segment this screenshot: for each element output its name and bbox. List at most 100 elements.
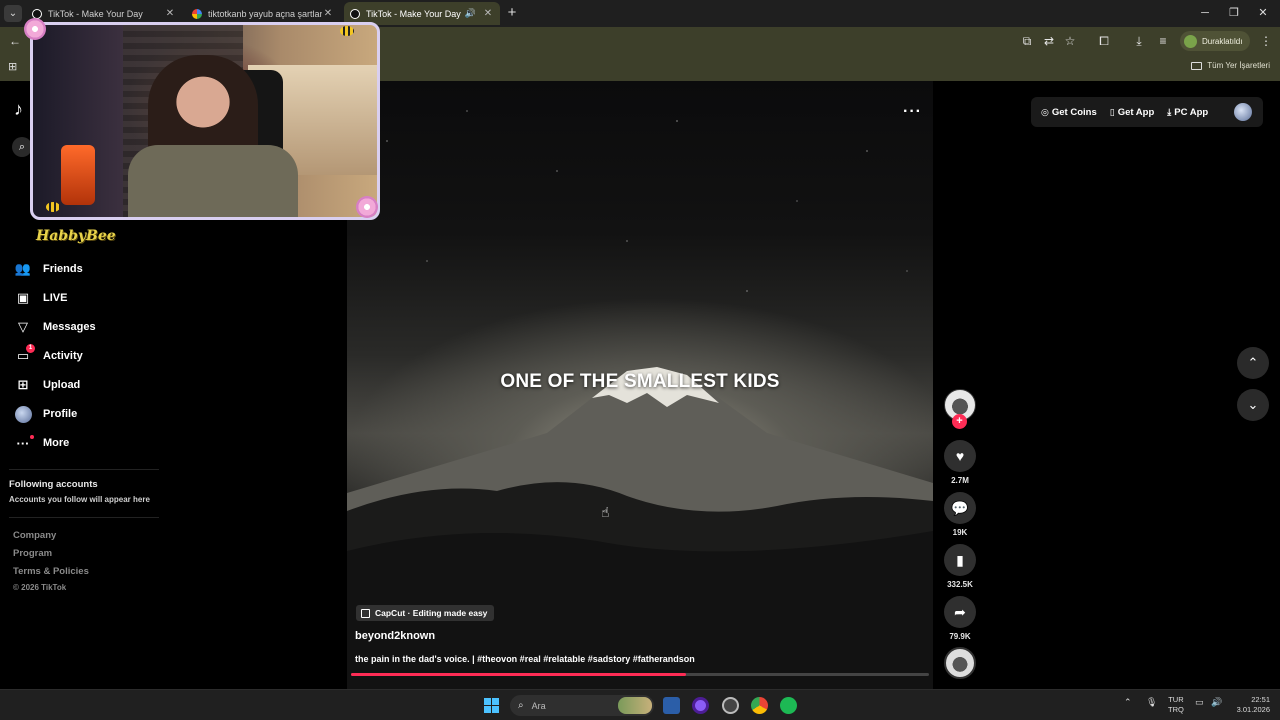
sidebar-item-label: Activity	[43, 350, 83, 362]
minimize-button[interactable]: ─	[1190, 4, 1220, 22]
translate-icon[interactable]: ⇄	[1040, 32, 1058, 50]
input-language[interactable]: TUR TRQ	[1168, 695, 1184, 715]
previous-video-button[interactable]: ⌃	[1237, 347, 1269, 379]
live-icon: ▣	[16, 290, 30, 305]
new-tab-button[interactable]: +	[504, 4, 520, 22]
video-author[interactable]: beyond2known	[355, 630, 435, 642]
tab-close-icon[interactable]: ✕	[164, 8, 176, 19]
save-button[interactable]: ▮	[944, 544, 976, 576]
comment-icon: 💬	[951, 499, 969, 516]
get-coins-label: Get Coins	[1051, 106, 1097, 118]
chrome-icon[interactable]	[751, 697, 768, 714]
footer-copyright: © 2026 TikTok	[13, 583, 67, 592]
tiktok-favicon-icon	[32, 8, 42, 19]
app-icon-1[interactable]	[663, 697, 680, 714]
profile-icon	[14, 405, 32, 423]
taskbar-clock[interactable]: 22:51 3.01.2026	[1230, 695, 1270, 715]
sidebar-item-live[interactable]: ▣ LIVE	[14, 287, 68, 309]
search-highlight-image	[618, 697, 652, 714]
activity-icon: ▭ 1	[14, 344, 35, 365]
flower-decoration-icon	[24, 18, 46, 40]
video-more-options-icon[interactable]: ···	[903, 103, 922, 121]
video-progress-bar[interactable]	[351, 673, 929, 676]
sidebar-item-activity[interactable]: ▭ 1 Activity	[14, 344, 83, 367]
maximize-button[interactable]: ❐	[1219, 4, 1249, 22]
comment-button[interactable]: 💬	[944, 492, 976, 524]
mouse-cursor-icon: ☝	[601, 504, 610, 520]
clock-time: 22:51	[1251, 695, 1270, 704]
chevron-down-icon: ⌄	[1247, 397, 1259, 412]
divider	[9, 517, 159, 518]
footer-link-terms[interactable]: Terms & Policies	[13, 566, 89, 577]
get-app-button[interactable]: ▯ Get App	[1110, 107, 1155, 118]
following-accounts-subtitle: Accounts you follow will appear here	[9, 495, 150, 504]
reading-list-icon[interactable]: ≡	[1154, 32, 1172, 50]
get-coins-button[interactable]: ◎ Get Coins	[1041, 107, 1097, 118]
tiktok-favicon-icon	[350, 8, 360, 19]
tiktok-logo[interactable]: ♪	[14, 99, 23, 120]
capcut-label: CapCut · Editing made easy	[375, 608, 488, 618]
sidebar-item-label: More	[43, 437, 70, 449]
sidebar-item-label: Profile	[43, 408, 78, 420]
cast-icon[interactable]: ⧉	[1018, 32, 1036, 50]
like-button[interactable]: ♥	[944, 440, 976, 472]
profile-paused-button[interactable]: Duraklatıldı	[1180, 31, 1251, 51]
windows-start-icon[interactable]	[484, 698, 499, 713]
sidebar-item-friends[interactable]: 👥 Friends	[14, 258, 83, 280]
sidebar-item-label: Upload	[43, 379, 81, 391]
bookmark-icon: ▮	[956, 551, 964, 568]
user-avatar[interactable]	[1234, 103, 1252, 121]
tab-close-icon[interactable]: ✕	[482, 8, 494, 19]
more-glyph: ···	[16, 435, 30, 451]
footer-link-program[interactable]: Program	[13, 548, 52, 559]
extensions-icon[interactable]: ⧠	[1095, 32, 1113, 50]
sidebar-item-messages[interactable]: ▽ Messages	[14, 316, 96, 338]
sidebar-item-label: Friends	[43, 263, 83, 275]
all-bookmarks-label: Tüm Yer İşaretleri	[1207, 61, 1270, 70]
share-arrow-icon: ➦	[954, 603, 966, 620]
microphone-icon[interactable]: 🎙	[1146, 697, 1157, 708]
video-description[interactable]: the pain in the dad's voice. | #theovon …	[355, 654, 695, 664]
sound-disc[interactable]	[944, 647, 976, 679]
sidebar-item-label: Messages	[43, 321, 96, 333]
taskbar-search[interactable]: ⌕ Ara	[510, 695, 654, 716]
tray-overflow-chevron-icon[interactable]: ⌃	[1124, 697, 1132, 708]
taskbar-search-placeholder: Ara	[531, 700, 546, 711]
audio-playing-icon[interactable]: 🔊	[465, 8, 476, 19]
tab-title: tiktotkanb yayub açna şartları	[208, 8, 322, 19]
all-bookmarks-button[interactable]: Tüm Yer İşaretleri	[1191, 61, 1270, 70]
sidebar-item-more[interactable]: ··· More	[14, 432, 69, 454]
obs-icon[interactable]	[692, 697, 709, 714]
spotify-icon[interactable]	[780, 697, 797, 714]
tab-list-button[interactable]: ⌄	[4, 5, 22, 22]
capcut-anchor-button[interactable]: CapCut · Editing made easy	[356, 605, 495, 621]
save-count: 332.5K	[947, 580, 973, 589]
tab-close-icon[interactable]: ✕	[322, 8, 334, 19]
downloads-icon[interactable]: ⤓	[1130, 32, 1148, 50]
sidebar-item-upload[interactable]: ⊞ Upload	[14, 374, 81, 396]
next-video-button[interactable]: ⌄	[1237, 389, 1269, 421]
pc-app-button[interactable]: ⤓ PC App	[1167, 107, 1208, 118]
close-window-button[interactable]: ✕	[1248, 4, 1278, 22]
chevron-up-icon: ⌃	[1247, 355, 1259, 370]
apps-grid-icon[interactable]: ⊞	[8, 61, 20, 73]
video-player[interactable]: ··· ONE OF THE SMALLEST KIDS CapCut · Ed…	[347, 81, 933, 689]
webcam-hoodie-graphic	[128, 145, 298, 217]
back-arrow-icon[interactable]: ←	[6, 32, 24, 50]
volume-icon[interactable]: 🔊	[1211, 697, 1222, 708]
network-icon[interactable]: ▭	[1195, 697, 1204, 708]
bookmark-star-icon[interactable]: ☆	[1061, 32, 1079, 50]
footer-link-company[interactable]: Company	[13, 530, 56, 541]
video-progress-fill	[351, 673, 687, 676]
browser-menu-icon[interactable]: ⋮	[1257, 32, 1275, 50]
follow-plus-button[interactable]: +	[952, 414, 967, 429]
app-icon-3[interactable]	[722, 697, 739, 714]
share-button[interactable]: ➦	[944, 596, 976, 628]
search-icon[interactable]: ⌕	[12, 137, 32, 157]
tab-title: TikTok - Make Your Day	[48, 8, 143, 19]
share-count: 79.9K	[949, 632, 971, 641]
sidebar-item-label: LIVE	[43, 292, 68, 304]
sidebar-item-profile[interactable]: Profile	[14, 403, 77, 425]
more-icon: ···	[14, 434, 34, 452]
webcam-overlay	[30, 22, 380, 220]
